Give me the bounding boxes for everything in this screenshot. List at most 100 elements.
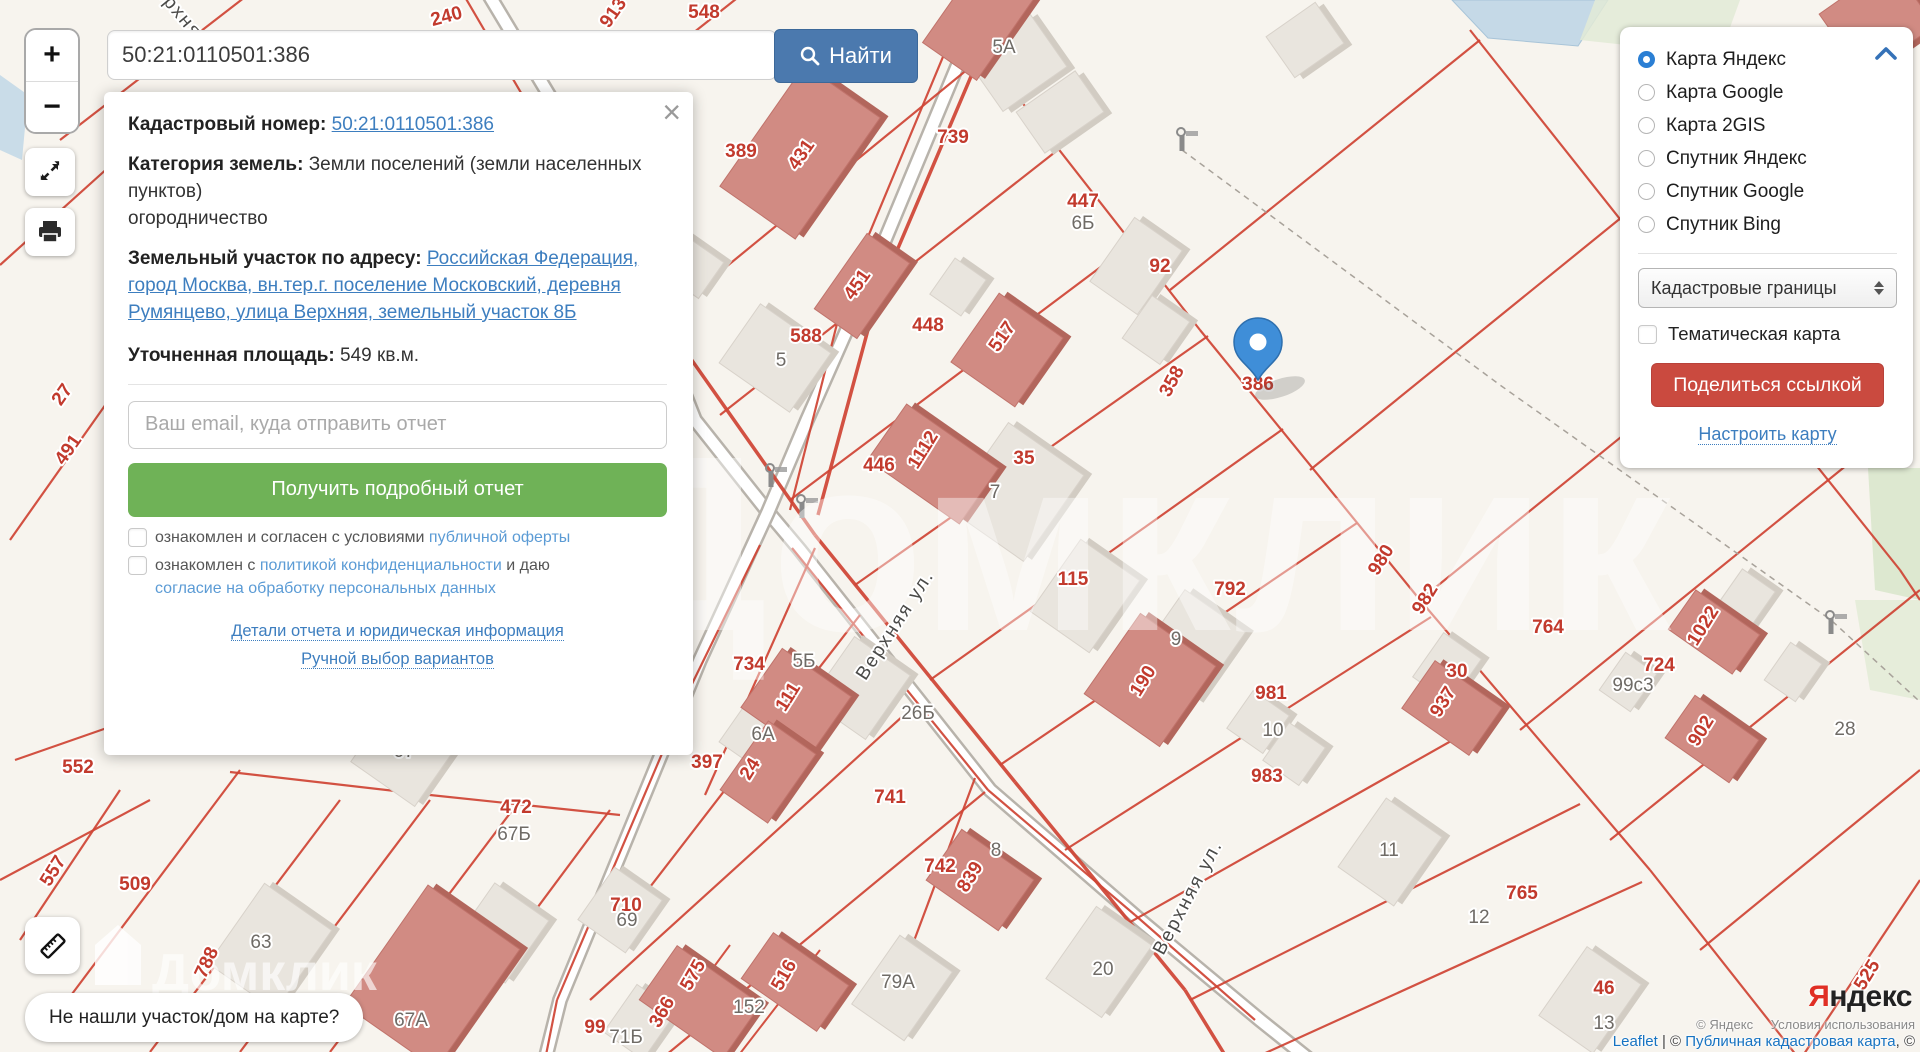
- cadastral-number-row: Кадастровый номер: 50:21:0110501:386: [128, 112, 667, 139]
- parcel-label: 765: [1506, 883, 1538, 904]
- find-button[interactable]: Найти: [774, 29, 918, 83]
- parcel-label: 389: [725, 141, 757, 162]
- yandex-logo-rest: ндекс: [1829, 980, 1912, 1013]
- parcel-label: 92: [1149, 256, 1170, 277]
- parcel-label: 446: [863, 455, 895, 476]
- thematic-label: Тематическая карта: [1668, 323, 1840, 345]
- house-number-label: 71Б: [609, 1027, 643, 1048]
- consent-link[interactable]: согласие на обработку персональных данны…: [155, 580, 496, 597]
- print-icon: [37, 220, 63, 244]
- category-row: Категория земель: Земли поселений (земли…: [128, 152, 667, 233]
- ruler-button[interactable]: [25, 917, 80, 974]
- privacy-text: ознакомлен с: [155, 557, 255, 574]
- boundaries-select[interactable]: Кадастровые границы: [1638, 268, 1897, 308]
- attrib-tail: , ©: [1896, 1033, 1915, 1050]
- find-button-label: Найти: [829, 43, 892, 69]
- house-number-label: 7: [990, 482, 1001, 503]
- radio-selected-icon: [1638, 51, 1655, 68]
- radio-icon: [1638, 84, 1655, 101]
- print-button[interactable]: [25, 208, 75, 256]
- layer-option-yandex-sat[interactable]: Спутник Яндекс: [1638, 142, 1897, 175]
- ruler-icon: [36, 929, 70, 963]
- fullscreen-button[interactable]: [25, 148, 75, 196]
- layer-option-2gis-map[interactable]: Карта 2GIS: [1638, 109, 1897, 142]
- layer-option-google-map[interactable]: Карта Google: [1638, 76, 1897, 109]
- layer-option-google-sat[interactable]: Спутник Google: [1638, 175, 1897, 208]
- house-number-label: 67А: [394, 1010, 428, 1031]
- not-found-button[interactable]: Не нашли участок/дом на карте?: [25, 993, 363, 1042]
- parcel-label: 552: [62, 757, 94, 778]
- layer-option-bing-sat[interactable]: Спутник Bing: [1638, 208, 1897, 241]
- parcel-label: 792: [1214, 579, 1246, 600]
- zoom-out-button[interactable]: −: [26, 82, 78, 133]
- house-number-label: 10: [1262, 720, 1283, 741]
- search-input[interactable]: [107, 30, 777, 80]
- house-number-label: 12: [1468, 907, 1489, 928]
- get-report-button[interactable]: Получить подробный отчет: [128, 463, 667, 517]
- yandex-copyright: © Яндекс: [1696, 1017, 1753, 1032]
- collapse-chevron-icon[interactable]: [1875, 47, 1897, 65]
- terms-of-use-link[interactable]: Условия использования: [1771, 1017, 1915, 1032]
- layer-label: Карта Google: [1666, 82, 1783, 104]
- layer-option-yandex-map[interactable]: Карта Яндекс: [1638, 43, 1897, 76]
- category-value2: огородничество: [128, 208, 268, 229]
- parcel-label: 734: [733, 654, 765, 675]
- house-number-label: 67Б: [497, 824, 531, 845]
- house-number-label: 11: [1379, 840, 1399, 861]
- privacy-checkbox-text: ознакомлен с политикой конфиденциальност…: [155, 555, 550, 600]
- house-number-label: 6Б: [1071, 213, 1094, 234]
- attrib-separator: | ©: [1658, 1033, 1685, 1050]
- close-icon[interactable]: ×: [662, 94, 681, 131]
- parcel-label: 447: [1067, 191, 1099, 212]
- house-number-label: 99с3: [1612, 675, 1653, 696]
- house-number-label: 5: [776, 350, 787, 371]
- house-number-label: 63: [250, 932, 271, 953]
- house-number-label: 13: [1593, 1013, 1614, 1034]
- radio-icon: [1638, 183, 1655, 200]
- parcel-label: 588: [790, 326, 822, 347]
- zoom-control: + −: [24, 28, 80, 134]
- area-row: Уточненная площадь: 549 кв.м.: [128, 343, 667, 370]
- house-number-label: 69: [616, 910, 637, 931]
- radio-icon: [1638, 150, 1655, 167]
- email-input[interactable]: [128, 401, 667, 449]
- manual-select-link[interactable]: Ручной выбор вариантов: [301, 650, 494, 669]
- parcel-info-popup: × Кадастровый номер: 50:21:0110501:386 К…: [104, 92, 693, 755]
- cadastral-map-app: Домклик Домклик 548240913566739389431451…: [0, 0, 1920, 1052]
- report-details-link[interactable]: Детали отчета и юридическая информация: [231, 622, 564, 641]
- map-attribution: © Яндекс Условия использования Leaflet |…: [1613, 1017, 1915, 1050]
- offer-link[interactable]: публичной оферты: [429, 529, 570, 546]
- parcel-label: 46: [1593, 978, 1614, 999]
- offer-checkbox[interactable]: [128, 528, 147, 547]
- house-number-label: 5А: [992, 37, 1016, 58]
- customize-map-link[interactable]: Настроить карту: [1698, 424, 1836, 445]
- privacy-checkbox-row: ознакомлен с политикой конфиденциальност…: [128, 555, 667, 600]
- layer-label: Спутник Яндекс: [1666, 148, 1807, 170]
- cadastral-number-link[interactable]: 50:21:0110501:386: [332, 114, 494, 135]
- house-number-label: 5Б: [792, 651, 815, 672]
- privacy-link[interactable]: политикой конфиденциальности: [260, 557, 502, 574]
- share-link-button[interactable]: Поделиться ссылкой: [1651, 363, 1884, 407]
- thematic-checkbox[interactable]: [1638, 325, 1657, 344]
- zoom-in-button[interactable]: +: [26, 30, 78, 82]
- parcel-label: 741: [874, 787, 906, 808]
- leaflet-link[interactable]: Leaflet: [1613, 1033, 1658, 1050]
- house-number-label: 28: [1834, 719, 1855, 740]
- house-number-label: 8: [991, 840, 1002, 861]
- parcel-label: 983: [1251, 766, 1283, 787]
- parcel-label: 35: [1013, 448, 1035, 469]
- privacy-checkbox[interactable]: [128, 556, 147, 575]
- boundaries-select-value: Кадастровые границы: [1651, 278, 1837, 299]
- layers-panel: Карта Яндекс Карта Google Карта 2GIS Спу…: [1620, 27, 1913, 468]
- pkk-link[interactable]: Публичная кадастровая карта: [1685, 1033, 1895, 1050]
- offer-text: ознакомлен и согласен с условиями: [155, 529, 424, 546]
- cadastral-number-label: Кадастровый номер:: [128, 114, 326, 135]
- radio-icon: [1638, 216, 1655, 233]
- search-icon: [800, 46, 820, 66]
- house-number-label: 152: [733, 997, 765, 1018]
- house-number-label: 9: [1171, 629, 1182, 650]
- parcel-label: 115: [1058, 569, 1089, 590]
- layer-label: Карта Яндекс: [1666, 49, 1786, 71]
- yandex-logo-first: Я: [1808, 980, 1829, 1013]
- thematic-map-row[interactable]: Тематическая карта: [1638, 323, 1897, 345]
